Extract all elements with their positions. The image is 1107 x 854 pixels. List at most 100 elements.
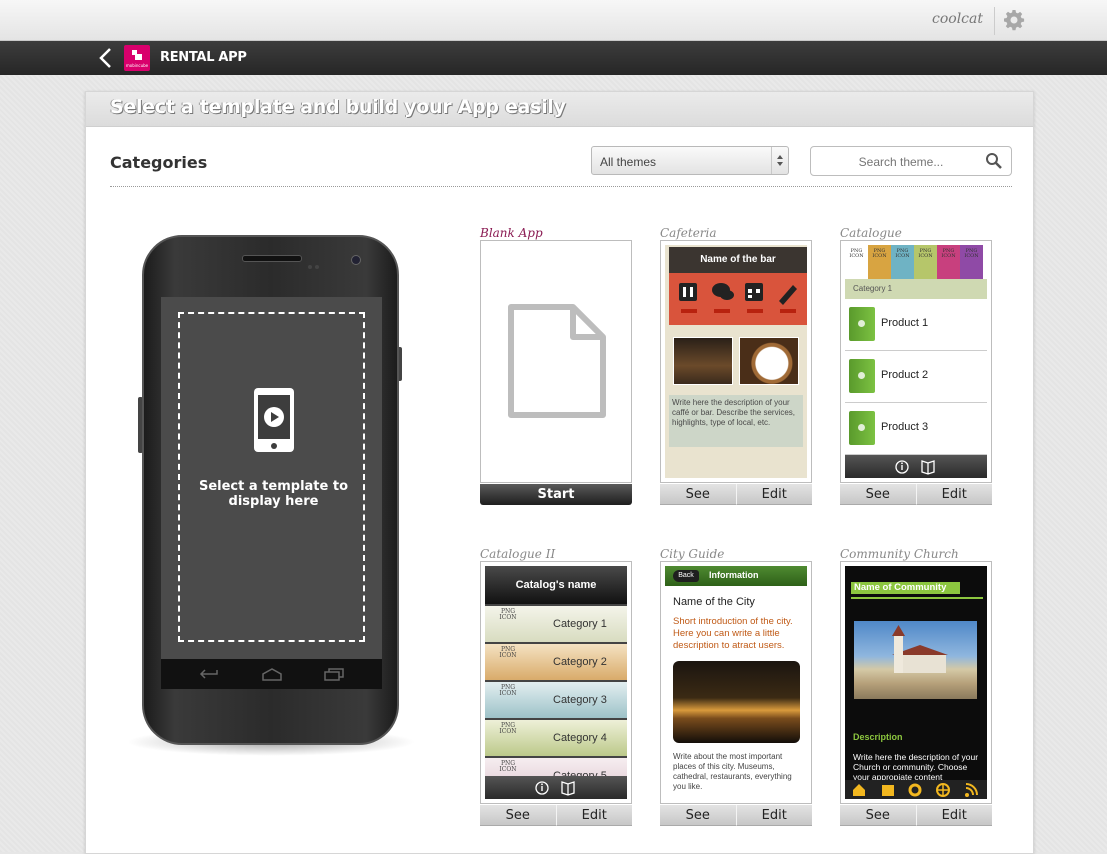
png-icon: PNG ICON — [491, 761, 525, 773]
template-thumbnail[interactable] — [480, 240, 632, 483]
product-label: Product 2 — [881, 369, 929, 381]
info-book-icons — [535, 781, 575, 796]
template-title: Catalogue — [840, 226, 902, 240]
icon-label: ICON — [499, 652, 517, 659]
template-thumbnail[interactable]: Back Information Name of the City Short … — [660, 561, 812, 804]
search-icon[interactable] — [985, 152, 1003, 170]
template-title: City Guide — [660, 547, 725, 561]
icon-label: ICON — [849, 253, 864, 259]
panel-header: Select a template and build your App eas… — [86, 92, 1033, 127]
edit-button[interactable]: Edit — [735, 805, 812, 826]
community-description: Write here the description of your Churc… — [853, 752, 979, 782]
top-bar: coolcat — [0, 0, 1107, 41]
png-icon-cell: PNG ICON — [914, 245, 937, 279]
category-label: Category 1 — [553, 618, 607, 630]
icon-label: ICON — [964, 253, 979, 259]
png-icon-cell: PNG ICON — [891, 245, 914, 279]
category-row: PNG ICON Category 4 — [485, 720, 627, 756]
template-actions: Start — [480, 484, 632, 505]
icon-label: ICON — [918, 253, 933, 259]
template-thumbnail[interactable]: Name of Community Description Write here… — [840, 561, 992, 804]
preview-footer — [485, 776, 627, 799]
coffee-photo — [739, 337, 799, 385]
see-button[interactable]: See — [660, 805, 736, 826]
edit-button[interactable]: Edit — [735, 484, 812, 505]
app-logo: mobincube — [124, 45, 150, 71]
phone-camera — [351, 255, 361, 265]
logo-mark-icon — [132, 50, 142, 60]
select-arrows-icon — [771, 147, 788, 174]
template-actions: See Edit — [660, 484, 812, 505]
city-guide-preview: Back Information Name of the City Short … — [665, 566, 807, 799]
category-row: PNG ICON Category 3 — [485, 682, 627, 718]
png-icon-cell: PNG ICON — [937, 245, 960, 279]
community-church-preview: Name of Community Description Write here… — [845, 566, 987, 799]
product-row: Product 1 — [845, 299, 987, 351]
category-row: PNG ICON Category 2 — [485, 644, 627, 680]
edit-button[interactable]: Edit — [555, 805, 632, 826]
preview-category-bar: Category 1 — [845, 279, 987, 299]
preview-icon-row — [669, 273, 807, 325]
church-photo — [854, 621, 977, 699]
icon-label: ICON — [499, 766, 517, 773]
theme-select[interactable]: All themes — [591, 146, 789, 175]
cafeteria-preview: Name of the bar Write here the descripti… — [665, 245, 807, 478]
see-button[interactable]: See — [840, 484, 916, 505]
smartphone-play-icon — [254, 388, 294, 452]
edit-button[interactable]: Edit — [915, 484, 992, 505]
product-label: Product 1 — [881, 317, 929, 329]
phone-preview: Select a template to display here — [142, 235, 399, 745]
search-box — [810, 146, 1012, 176]
see-button[interactable]: See — [660, 484, 736, 505]
png-icon-cell: PNG ICON — [960, 245, 983, 279]
catalogue-ii-preview: Catalog's name PNG ICON Category 1 PNG ICO… — [485, 566, 627, 799]
footer-nav-icons — [853, 783, 978, 797]
start-button[interactable]: Start — [480, 484, 632, 505]
template-thumbnail[interactable]: PNG ICON PNG ICON PNG ICON PNG ICON PNG ICON … — [840, 240, 992, 483]
icon-label: ICON — [872, 253, 887, 259]
logo-text: mobincube — [125, 63, 149, 68]
document-icon — [508, 304, 606, 418]
back-nav-icon — [199, 669, 218, 679]
icon-label: ICON — [895, 253, 910, 259]
template-title: Catalogue II — [480, 547, 556, 561]
preview-header: Catalog's name — [485, 566, 627, 604]
preview-header-title: Information — [709, 570, 759, 580]
template-actions: See Edit — [660, 805, 812, 826]
product-box-icon — [849, 411, 875, 445]
icon-label: ICON — [499, 728, 517, 735]
divider — [851, 597, 983, 599]
app-bar: mobincube RENTAL APP — [0, 41, 1107, 75]
see-button[interactable]: See — [840, 805, 916, 826]
gear-icon[interactable] — [1002, 8, 1026, 32]
category-label: Category 2 — [553, 656, 607, 668]
recent-apps-icon — [324, 668, 344, 681]
preview-placeholder-text: Select a template to display here — [198, 479, 348, 509]
icon-label: ICON — [941, 253, 956, 259]
app-name: RENTAL APP — [160, 50, 247, 65]
search-input[interactable] — [819, 152, 983, 172]
description-title: Description — [853, 732, 903, 742]
church-illustration — [892, 625, 948, 673]
city-intro: Short introduction of the city. Here you… — [673, 616, 793, 651]
cafe-photo — [673, 337, 733, 385]
template-thumbnail[interactable]: Catalog's name PNG ICON Category 1 PNG ICO… — [480, 561, 632, 804]
product-row: Product 3 — [845, 403, 987, 455]
phone-sensors — [308, 256, 334, 269]
png-icon: PNG ICON — [491, 647, 525, 659]
phone-nav-bar — [161, 659, 382, 689]
template-thumbnail[interactable]: Name of the bar Write here the descripti… — [660, 240, 812, 483]
category-label: Category 3 — [553, 694, 607, 706]
preview-icon-strip: PNG ICON PNG ICON PNG ICON PNG ICON PNG ICON … — [845, 245, 987, 279]
product-box-icon — [849, 359, 875, 393]
phone-screen: Select a template to display here — [161, 297, 382, 659]
back-arrow-icon[interactable] — [96, 47, 116, 69]
phone-speaker — [242, 255, 302, 262]
icon-label: ICON — [499, 690, 517, 697]
drop-zone: Select a template to display here — [178, 312, 365, 642]
username-link[interactable]: coolcat — [932, 11, 983, 27]
edit-button[interactable]: Edit — [915, 805, 992, 826]
preview-bar-title: Name of the bar — [669, 247, 807, 273]
see-button[interactable]: See — [480, 805, 556, 826]
panel-title: Select a template and build your App eas… — [110, 96, 566, 118]
